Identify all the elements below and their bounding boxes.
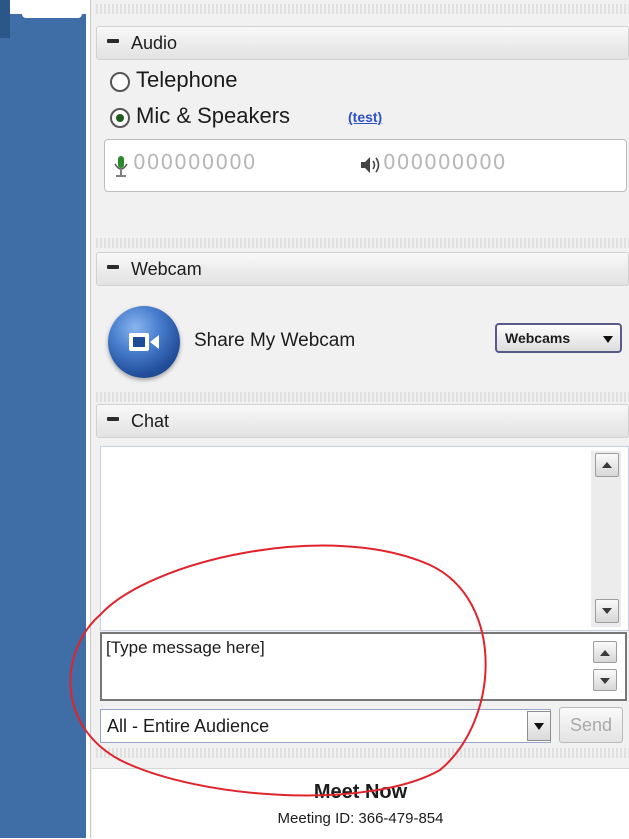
arrow-down-icon: [600, 678, 610, 684]
top-separator: [96, 4, 629, 14]
video-camera-icon: [129, 333, 159, 351]
message-scroll-down[interactable]: [593, 669, 617, 691]
webcam-section-title: Webcam: [131, 259, 202, 279]
mic-speakers-radio[interactable]: [110, 108, 130, 128]
arrow-up-icon: [602, 462, 612, 468]
audience-select-value: All - Entire Audience: [107, 716, 270, 736]
webcam-section-header[interactable]: Webcam: [96, 252, 629, 286]
chat-log-scroll-up[interactable]: [595, 453, 619, 477]
chat-log-scroll-down[interactable]: [595, 599, 619, 623]
webcam-separator: [96, 392, 629, 402]
audio-section-title: Audio: [131, 33, 178, 53]
message-scroll-up[interactable]: [593, 641, 617, 663]
chevron-down-icon: [603, 336, 613, 343]
meeting-footer: Meet Now Meeting ID: 366-479-854: [92, 768, 629, 839]
microphone-icon[interactable]: [113, 154, 129, 178]
chat-message-placeholder: [Type message here]: [106, 638, 265, 657]
chat-log[interactable]: [100, 446, 629, 631]
left-bar-edge: [0, 0, 10, 38]
arrow-up-icon: [600, 650, 610, 656]
arrow-down-icon: [602, 608, 612, 614]
left-bar-top-tab[interactable]: [22, 0, 82, 18]
telephone-radio[interactable]: [110, 72, 130, 92]
meeting-id: Meeting ID: 366-479-854: [277, 810, 444, 827]
share-webcam-label[interactable]: Share My Webcam: [194, 330, 355, 352]
speaker-icon[interactable]: [359, 155, 381, 175]
chat-section-title: Chat: [131, 411, 170, 431]
chat-section-header[interactable]: Chat: [96, 404, 629, 438]
collapse-icon[interactable]: [107, 265, 119, 269]
chevron-down-icon: [534, 723, 544, 730]
send-button[interactable]: Send: [559, 707, 623, 743]
audience-dropdown-button[interactable]: [527, 711, 551, 741]
webcams-dropdown-label: Webcams: [505, 330, 571, 346]
audio-separator: [96, 238, 629, 248]
share-webcam-button[interactable]: [108, 306, 180, 378]
radio-selected-dot: [116, 114, 124, 122]
webcams-dropdown[interactable]: Webcams: [495, 323, 622, 353]
mic-level-meter: 000000000: [133, 150, 257, 174]
chat-separator: [96, 748, 629, 758]
audio-test-link[interactable]: (test): [348, 109, 382, 125]
speaker-level-meter: 000000000: [383, 150, 507, 174]
chat-message-input[interactable]: [Type message here]: [100, 632, 627, 701]
audience-select[interactable]: All - Entire Audience: [100, 709, 551, 743]
collapse-icon[interactable]: [107, 417, 119, 421]
audio-levels-box: 000000000 000000000: [104, 139, 627, 192]
audio-section-header[interactable]: Audio: [96, 26, 629, 60]
telephone-label[interactable]: Telephone: [136, 67, 238, 93]
left-app-bar: [0, 0, 86, 838]
mic-speakers-label[interactable]: Mic & Speakers: [136, 103, 290, 129]
meeting-title: Meet Now: [313, 781, 408, 803]
collapse-icon[interactable]: [107, 39, 119, 43]
